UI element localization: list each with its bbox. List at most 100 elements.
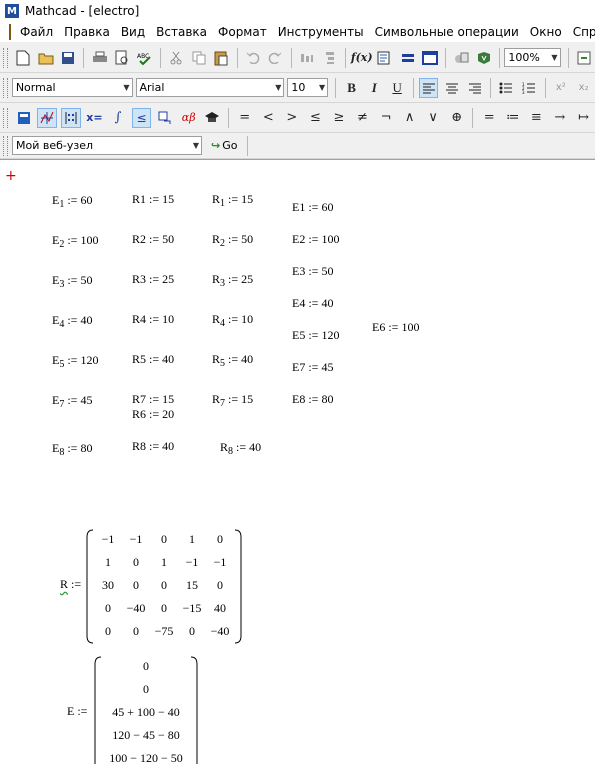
font-select[interactable]: Arial ▼ <box>135 78 285 97</box>
def-r-sub-2[interactable]: R2:= 50 <box>212 232 253 249</box>
new-document-icon[interactable] <box>14 48 33 68</box>
def-e2[interactable]: E2:= 100 <box>292 232 339 247</box>
symbolic-icon[interactable] <box>202 108 222 128</box>
toolbar-grip[interactable] <box>3 107 8 128</box>
bullet-list-icon[interactable] <box>497 78 516 98</box>
def-r7[interactable]: R7:= 15 <box>132 392 174 407</box>
evaluation-icon[interactable]: x= <box>85 108 105 128</box>
superscript-icon[interactable]: x² <box>551 78 570 98</box>
insert-function-icon[interactable]: f(x) <box>351 48 373 68</box>
zoom-select[interactable]: 100% ▼ <box>504 48 561 67</box>
def-r2[interactable]: R2:= 50 <box>132 232 174 247</box>
menu-edit[interactable]: Правка <box>60 25 117 39</box>
align-across-icon[interactable] <box>298 48 317 68</box>
def-e6[interactable]: E6:= 100 <box>372 320 419 335</box>
def-r8[interactable]: R8:= 40 <box>132 439 174 454</box>
def-r3[interactable]: R3:= 25 <box>132 272 174 287</box>
menu-symbolics[interactable]: Символьные операции <box>371 25 526 39</box>
green-tool-icon[interactable] <box>574 48 593 68</box>
insert-unit-icon[interactable] <box>376 48 395 68</box>
def-e-sub-7[interactable]: E7:= 45 <box>52 393 92 410</box>
def-r-sub-5[interactable]: R5:= 40 <box>212 352 253 369</box>
local-define-button[interactable]: = <box>479 108 499 128</box>
def-r-sub-4[interactable]: R4:= 10 <box>212 312 253 329</box>
undo-icon[interactable] <box>244 48 263 68</box>
align-center-icon[interactable] <box>442 78 461 98</box>
spell-check-icon[interactable]: ABC <box>136 48 155 68</box>
toolbar-grip[interactable] <box>3 135 8 156</box>
calculus-icon[interactable]: ∫ <box>108 108 128 128</box>
go-button[interactable]: ↪ Go <box>211 139 237 152</box>
symbolic-equal-button[interactable]: ≡ <box>527 108 547 128</box>
toolbar-grip[interactable] <box>3 47 8 68</box>
def-e4[interactable]: E4:= 40 <box>292 296 333 311</box>
numbered-list-icon[interactable]: 123 <box>520 78 539 98</box>
help-icon[interactable] <box>475 48 494 68</box>
less-than-button[interactable]: < <box>259 108 279 128</box>
greek-icon[interactable]: αβ <box>179 108 199 128</box>
def-e-sub-1[interactable]: E1:= 60 <box>52 193 92 210</box>
global-define-button[interactable]: ≔ <box>503 108 523 128</box>
graph-icon[interactable] <box>37 107 58 128</box>
greater-equal-button[interactable]: ≥ <box>329 108 349 128</box>
def-r1[interactable]: R1:= 15 <box>132 192 174 207</box>
insert-component-icon[interactable] <box>421 48 440 68</box>
address-select[interactable]: Мой веб-узел ▼ <box>12 136 202 155</box>
subscript-icon[interactable]: x₂ <box>574 78 593 98</box>
save-icon[interactable] <box>59 48 78 68</box>
and-button[interactable]: ∧ <box>400 108 420 128</box>
def-e-sub-8[interactable]: E8:= 80 <box>52 441 92 458</box>
calculator-icon[interactable] <box>14 108 34 128</box>
toolbar-grip[interactable] <box>3 77 8 98</box>
programming-icon[interactable] <box>155 108 175 128</box>
or-button[interactable]: ∨ <box>423 108 443 128</box>
keyword-eval-button[interactable]: ↦ <box>574 108 594 128</box>
menu-file[interactable]: Файл <box>16 25 60 39</box>
calculate-icon[interactable] <box>398 48 417 68</box>
menu-insert[interactable]: Вставка <box>152 25 214 39</box>
def-e7[interactable]: E7:= 45 <box>292 360 333 375</box>
align-down-icon[interactable] <box>320 48 339 68</box>
greater-than-button[interactable]: > <box>282 108 302 128</box>
style-select[interactable]: Normal ▼ <box>11 78 133 97</box>
align-right-icon[interactable] <box>465 78 484 98</box>
print-icon[interactable] <box>90 48 109 68</box>
def-r-sub-8[interactable]: R8:= 40 <box>220 440 261 457</box>
def-e1[interactable]: E1:= 60 <box>292 200 333 215</box>
italic-button[interactable]: I <box>365 78 384 98</box>
def-r4[interactable]: R4:= 10 <box>132 312 174 327</box>
matrix-r-definition[interactable]: R:= <box>60 577 84 592</box>
paste-icon[interactable] <box>212 48 231 68</box>
less-equal-button[interactable]: ≤ <box>306 108 326 128</box>
equals-button[interactable]: = <box>235 108 255 128</box>
bold-button[interactable]: B <box>342 78 361 98</box>
worksheet[interactable]: + E1:= 60 E2:= 100 E3:= 50 E4:= 40 E5:= 120 E… <box>0 159 595 764</box>
not-button[interactable]: ¬ <box>376 108 396 128</box>
not-equal-button[interactable]: ≠ <box>353 108 373 128</box>
def-r-sub-7[interactable]: R7:= 15 <box>212 392 253 409</box>
def-e3[interactable]: E3:= 50 <box>292 264 333 279</box>
menu-help[interactable]: Справка <box>569 25 595 39</box>
menu-window[interactable]: Окно <box>526 25 569 39</box>
font-size-select[interactable]: 10 ▼ <box>287 78 329 97</box>
cut-icon[interactable] <box>167 48 186 68</box>
def-r-sub-1[interactable]: R1:= 15 <box>212 192 253 209</box>
redo-icon[interactable] <box>266 48 285 68</box>
def-e-sub-2[interactable]: E2:= 100 <box>52 233 98 250</box>
resource-center-icon[interactable] <box>452 48 471 68</box>
matrix-e-definition[interactable]: E:= <box>67 704 90 719</box>
menu-view[interactable]: Вид <box>117 25 152 39</box>
def-r-sub-3[interactable]: R3:= 25 <box>212 272 253 289</box>
def-e8[interactable]: E8:= 80 <box>292 392 333 407</box>
menu-tools[interactable]: Инструменты <box>274 25 371 39</box>
def-e5[interactable]: E5:= 120 <box>292 328 339 343</box>
xor-button[interactable]: ⊕ <box>447 108 467 128</box>
menu-format[interactable]: Формат <box>214 25 274 39</box>
document-icon[interactable] <box>9 24 11 40</box>
def-r6[interactable]: R6:= 20 <box>132 407 174 422</box>
copy-icon[interactable] <box>190 48 209 68</box>
boolean-icon[interactable]: ≤ <box>131 107 152 128</box>
def-e-sub-5[interactable]: E5:= 120 <box>52 353 98 370</box>
underline-button[interactable]: U <box>388 78 407 98</box>
def-e-sub-4[interactable]: E4:= 40 <box>52 313 92 330</box>
